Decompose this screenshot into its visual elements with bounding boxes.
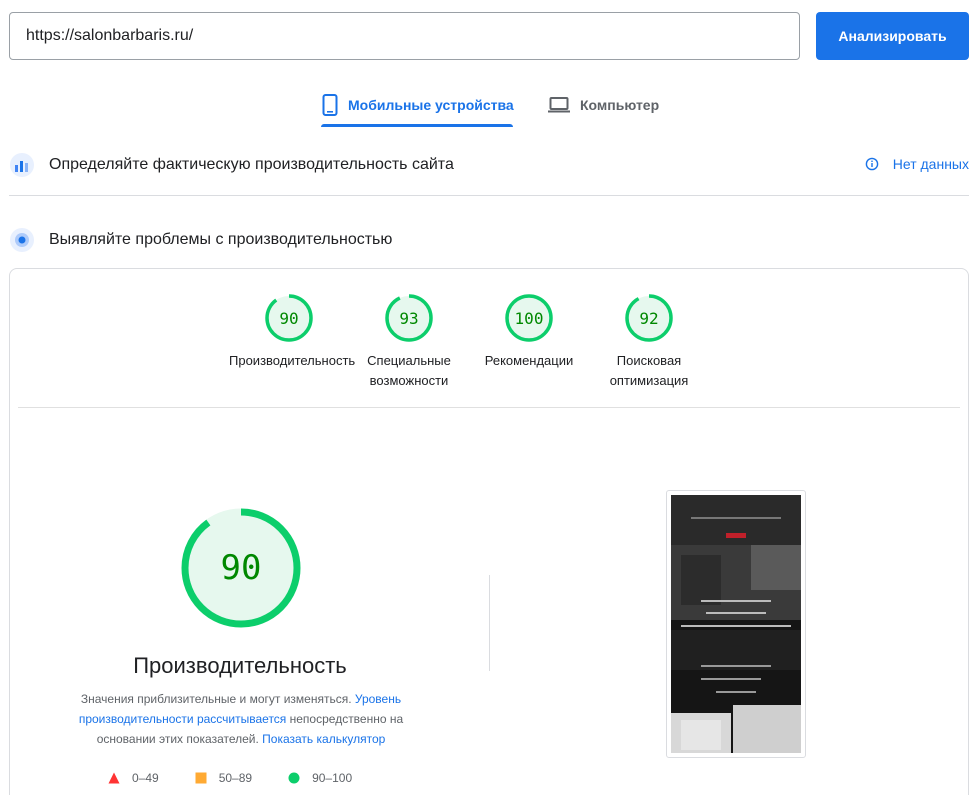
- score-gauge-ring: 100: [505, 294, 553, 342]
- tab-mobile[interactable]: Мобильные устройства: [322, 82, 514, 128]
- active-tab-indicator: [321, 124, 513, 127]
- no-data-link[interactable]: Нет данных: [865, 156, 969, 172]
- lighthouse-icon: [10, 228, 34, 252]
- score-gauge-ring: 90: [265, 294, 313, 342]
- report-card: 90 Производительность 93 Специальные возмож…: [9, 268, 969, 795]
- users-chart-icon: [10, 153, 34, 177]
- performance-score: 90: [221, 548, 262, 588]
- tab-desktop-label: Компьютер: [580, 97, 660, 113]
- performance-title: Производительность: [133, 653, 347, 678]
- legend-average: 50–89: [195, 771, 252, 785]
- score-value: 100: [515, 309, 544, 328]
- legend-fail-label: 0–49: [132, 771, 159, 785]
- smartphone-icon: [322, 94, 338, 116]
- score-gauge-ring: 93: [385, 294, 433, 342]
- legend-pass: 90–100: [288, 771, 352, 785]
- score-label: Специальные возможности: [367, 353, 451, 388]
- score-value: 90: [279, 309, 298, 328]
- pass-circle-icon: [288, 772, 300, 784]
- tab-desktop[interactable]: Компьютер: [548, 82, 659, 128]
- no-data-label: Нет данных: [892, 156, 969, 172]
- legend-pass-label: 90–100: [312, 771, 353, 785]
- score-gauge[interactable]: 90 Производительность: [229, 293, 356, 371]
- performance-description: Значения приблизительные и могут изменят…: [50, 689, 432, 749]
- score-gauge[interactable]: 93 Специальные возможности: [349, 293, 469, 391]
- show-calculator-link[interactable]: Показать калькулятор: [262, 732, 385, 746]
- tab-mobile-label: Мобильные устройства: [348, 97, 514, 113]
- score-label: Рекомендации: [484, 353, 574, 368]
- section-divider: [9, 195, 969, 196]
- performance-gauge[interactable]: 90: [180, 507, 302, 629]
- laptop-icon: [548, 97, 570, 113]
- lab-data-title: Выявляйте проблемы с производительностью: [49, 231, 393, 248]
- score-gauge[interactable]: 92 Поисковая оптимизация: [589, 293, 709, 391]
- mobile-screenshot-image: [671, 495, 801, 753]
- score-label: Поисковая оптимизация: [609, 353, 689, 388]
- score-value: 92: [639, 309, 658, 328]
- vertical-divider: [489, 575, 490, 671]
- score-label: Производительность: [229, 353, 356, 368]
- card-divider: [18, 407, 960, 408]
- score-legend: 0–49 50–89 90–100: [108, 771, 408, 785]
- legend-average-label: 50–89: [218, 771, 253, 785]
- fail-triangle-icon: [108, 772, 120, 784]
- average-square-icon: [195, 772, 207, 784]
- legend-fail: 0–49: [108, 771, 159, 785]
- url-input[interactable]: [9, 12, 800, 60]
- field-data-title: Определяйте фактическую производительнос…: [49, 156, 454, 173]
- device-tabs: Мобильные устройства Компьютер: [0, 82, 977, 128]
- field-data-section: Определяйте фактическую производительнос…: [9, 150, 969, 180]
- score-value: 93: [399, 309, 418, 328]
- desc-text-1: Значения приблизительные и могут изменят…: [80, 692, 355, 706]
- score-gauge[interactable]: 100 Рекомендации: [469, 293, 589, 371]
- score-gauge-ring: 92: [625, 294, 673, 342]
- info-icon: [865, 157, 879, 171]
- page-screenshot: [666, 490, 806, 758]
- analyze-button[interactable]: Анализировать: [816, 12, 969, 60]
- lab-data-section: Выявляйте проблемы с производительностью: [9, 225, 969, 255]
